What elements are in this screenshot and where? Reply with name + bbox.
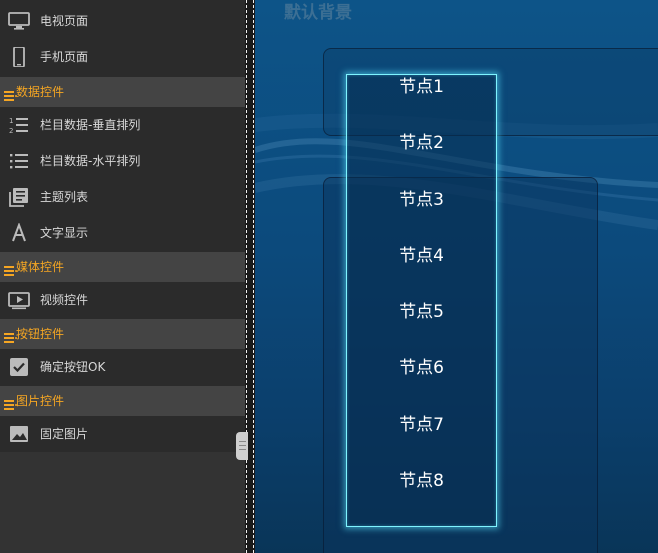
svg-text:1: 1	[9, 117, 13, 125]
node-item[interactable]: 节点8	[347, 469, 496, 493]
sidebar-item-label: 文字显示	[40, 226, 89, 240]
splitter-rail	[246, 0, 247, 553]
node-item[interactable]: 节点7	[347, 413, 496, 437]
panel-splitter[interactable]	[245, 0, 255, 553]
section-header-media-controls[interactable]: 媒体控件	[0, 252, 245, 282]
node-item[interactable]: 节点6	[347, 356, 496, 380]
section-header-image-controls[interactable]: 图片控件	[0, 386, 245, 416]
splitter-rail	[253, 0, 254, 553]
video-icon	[8, 290, 30, 310]
design-canvas[interactable]: 默认背景 节点1 节点2 节点3 节点4 节点5 节点6 节点7 节点8	[255, 0, 658, 553]
sidebar-item-label: 栏目数据-垂直排列	[40, 118, 141, 132]
section-label: 按钮控件	[16, 327, 65, 341]
component-sidebar: 电视页面 手机页面 数据控件 12 栏目数据-垂直排列 栏目数据-水平排列 主题…	[0, 0, 245, 553]
tv-icon	[8, 11, 30, 31]
svg-text:2: 2	[9, 127, 13, 135]
sidebar-item-ok-button[interactable]: 确定按钮OK	[0, 349, 245, 385]
vertical-list-icon: 12	[8, 115, 30, 135]
node-item[interactable]: 节点5	[347, 300, 496, 324]
node-item[interactable]: 节点1	[347, 75, 496, 99]
section-label: 图片控件	[16, 394, 65, 408]
sidebar-item-video-control[interactable]: 视频控件	[0, 282, 245, 318]
sidebar-item-label: 栏目数据-水平排列	[40, 154, 141, 168]
sidebar-item-label: 手机页面	[40, 50, 89, 64]
sidebar-item-label: 确定按钮OK	[40, 360, 106, 374]
phone-icon	[8, 46, 30, 68]
section-header-data-controls[interactable]: 数据控件	[0, 77, 245, 107]
sidebar-item-label: 固定图片	[40, 427, 89, 441]
sidebar-item-theme-list[interactable]: 主题列表	[0, 179, 245, 215]
sidebar-item-phone-page[interactable]: 手机页面	[0, 39, 245, 75]
text-icon	[8, 222, 30, 243]
sidebar-item-label: 主题列表	[40, 190, 89, 204]
checkbox-icon	[8, 357, 30, 377]
vertical-column-data-widget[interactable]: 节点1 节点2 节点3 节点4 节点5 节点6 节点7 节点8	[346, 74, 497, 527]
theme-list-icon	[8, 187, 30, 207]
sidebar-item-tv-page[interactable]: 电视页面	[0, 3, 245, 39]
node-item[interactable]: 节点3	[347, 188, 496, 212]
sidebar-item-label: 电视页面	[40, 14, 89, 28]
sidebar-item-horizontal-column-data[interactable]: 栏目数据-水平排列	[0, 143, 245, 179]
canvas-background-title: 默认背景	[284, 3, 352, 23]
image-icon	[8, 424, 30, 444]
section-label: 媒体控件	[16, 260, 65, 274]
sidebar-item-label: 视频控件	[40, 293, 89, 307]
horizontal-list-icon	[8, 151, 30, 171]
node-item[interactable]: 节点4	[347, 244, 496, 268]
sidebar-item-text-display[interactable]: 文字显示	[0, 215, 245, 251]
sidebar-empty-area	[0, 452, 245, 553]
node-item[interactable]: 节点2	[347, 131, 496, 155]
sidebar-collapse-handle[interactable]	[236, 432, 248, 460]
sidebar-item-vertical-column-data[interactable]: 12 栏目数据-垂直排列	[0, 107, 245, 143]
sidebar-item-fixed-image[interactable]: 固定图片	[0, 416, 245, 452]
section-header-button-controls[interactable]: 按钮控件	[0, 319, 245, 349]
section-label: 数据控件	[16, 85, 65, 99]
